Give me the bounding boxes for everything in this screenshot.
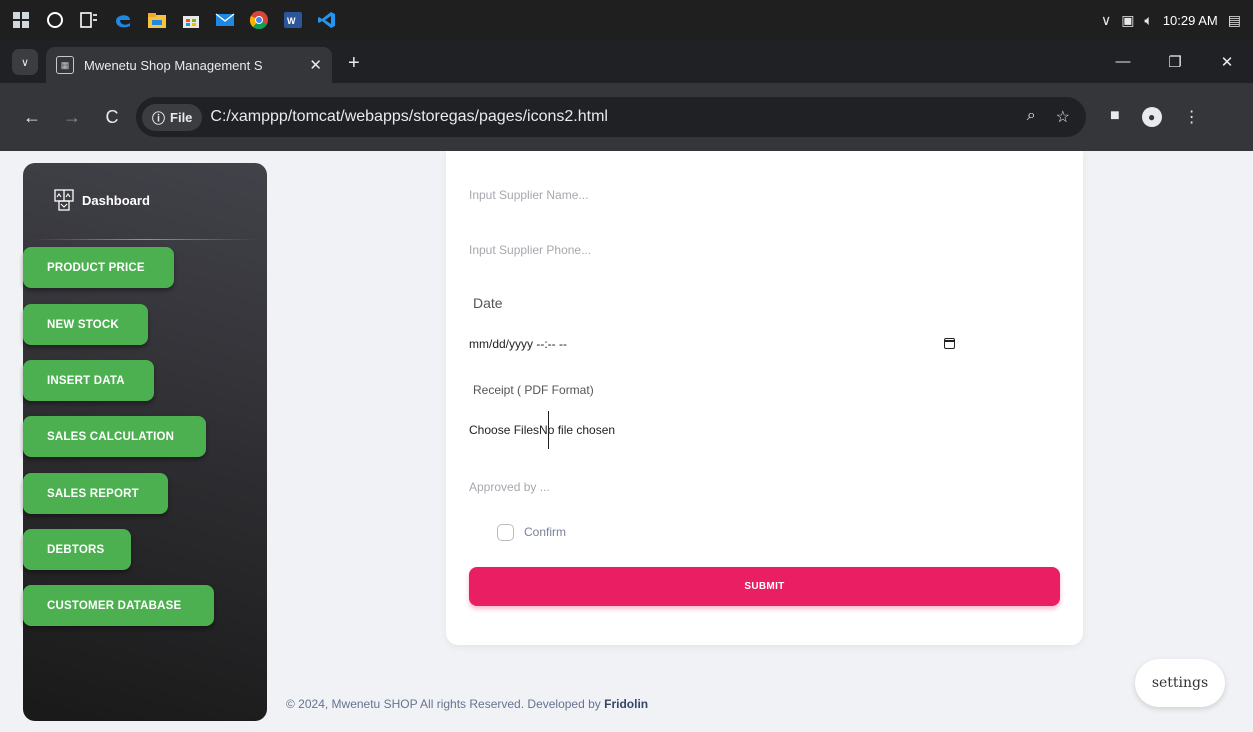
new-tab-button[interactable]: + xyxy=(348,52,360,75)
browser-tab-bar: ∨ ▦ Mwenetu Shop Management S ✕ + — ❐ ✕ xyxy=(0,40,1253,83)
menu-icon[interactable]: ⋮ xyxy=(1184,107,1200,127)
windows-icon[interactable] xyxy=(4,0,38,40)
reload-button[interactable]: C xyxy=(92,107,132,128)
sidebar-brand[interactable]: Dashboard xyxy=(54,189,150,211)
page-favicon: ▦ xyxy=(56,56,74,74)
cortana-icon[interactable] xyxy=(38,0,72,40)
date-input[interactable]: mm/dd/yyyy --:-- -- xyxy=(469,337,567,351)
store-icon[interactable] xyxy=(174,0,208,40)
date-label: Date xyxy=(473,295,503,311)
clock[interactable]: 10:29 AM xyxy=(1163,13,1218,28)
sidebar-item-product-price[interactable]: PRODUCT PRICE xyxy=(23,247,174,288)
task-view-icon[interactable] xyxy=(72,0,106,40)
window-close-icon[interactable]: ✕ xyxy=(1201,53,1253,71)
chrome-icon[interactable] xyxy=(242,0,276,40)
sidebar: Dashboard PRODUCT PRICE NEW STOCK INSERT… xyxy=(23,163,267,721)
word-icon[interactable]: W xyxy=(276,0,310,40)
sidebar-item-insert-data[interactable]: INSERT DATA xyxy=(23,360,154,401)
footer-text: © 2024, Mwenetu SHOP All rights Reserved… xyxy=(286,697,605,711)
settings-button[interactable]: settings xyxy=(1135,659,1225,707)
star-icon[interactable]: ☆ xyxy=(1056,107,1070,127)
sidebar-item-sales-report[interactable]: SALES REPORT xyxy=(23,473,168,514)
sidebar-item-customer-database[interactable]: CUSTOMER DATABASE xyxy=(23,585,214,626)
page-content: Dashboard PRODUCT PRICE NEW STOCK INSERT… xyxy=(0,151,1253,732)
zoom-icon[interactable]: ⌕ xyxy=(1027,107,1036,127)
confirm-label: Confirm xyxy=(524,525,567,539)
chevron-up-icon[interactable]: ∨ xyxy=(1101,12,1111,29)
confirm-checkbox[interactable] xyxy=(497,524,514,541)
browser-tab[interactable]: ▦ Mwenetu Shop Management S ✕ xyxy=(46,47,332,83)
supplier-phone-input[interactable]: Input Supplier Phone... xyxy=(469,243,591,257)
edge-icon[interactable] xyxy=(106,0,140,40)
footer-author-link[interactable]: Fridolin xyxy=(604,697,648,711)
chip-label: File xyxy=(170,109,193,125)
sidebar-item-new-stock[interactable]: NEW STOCK xyxy=(23,304,148,345)
mail-icon[interactable] xyxy=(208,0,242,40)
svg-text:W: W xyxy=(287,16,296,26)
url-text[interactable]: C:/xamppp/tomcat/webapps/storegas/pages/… xyxy=(210,108,1026,126)
text-cursor xyxy=(548,411,549,449)
address-toolbar: ← → C ⓘ File C:/xamppp/tomcat/webapps/st… xyxy=(0,83,1253,151)
supplier-form-card: Input Supplier Name... Input Supplier Ph… xyxy=(446,151,1083,645)
receipt-file-input[interactable]: Choose FilesNo file chosen xyxy=(469,423,615,437)
supplier-name-input[interactable]: Input Supplier Name... xyxy=(469,188,588,202)
restore-icon[interactable]: ❐ xyxy=(1149,53,1201,71)
network-icon[interactable]: ▣ xyxy=(1121,12,1134,29)
tab-search-icon[interactable]: ∨ xyxy=(12,49,38,75)
vscode-icon[interactable] xyxy=(310,0,344,40)
side-panel-icon[interactable]: ■ xyxy=(1110,107,1120,127)
site-info-chip[interactable]: ⓘ File xyxy=(142,103,203,131)
sidebar-item-debtors[interactable]: DEBTORS xyxy=(23,529,131,570)
omnibox[interactable]: ⓘ File C:/xamppp/tomcat/webapps/storegas… xyxy=(136,97,1086,137)
windows-taskbar: W ∨ ▣ 🔈︎ 10:29 AM ▤ xyxy=(0,0,1253,40)
footer: © 2024, Mwenetu SHOP All rights Reserved… xyxy=(286,697,648,711)
back-button[interactable]: ← xyxy=(12,107,52,128)
submit-button[interactable]: SUBMIT xyxy=(469,567,1060,606)
profile-icon[interactable]: ● xyxy=(1141,107,1162,127)
file-explorer-icon[interactable] xyxy=(140,0,174,40)
brand-label: Dashboard xyxy=(82,192,150,208)
sidebar-divider xyxy=(33,239,257,240)
tab-title: Mwenetu Shop Management S xyxy=(84,57,263,73)
info-icon: ⓘ xyxy=(152,110,166,126)
sidebar-item-sales-calculation[interactable]: SALES CALCULATION xyxy=(23,416,206,457)
receipt-label: Receipt ( PDF Format) xyxy=(473,383,594,397)
minimize-icon[interactable]: — xyxy=(1097,53,1149,70)
volume-icon[interactable]: 🔈︎ xyxy=(1144,12,1152,29)
approved-by-input[interactable]: Approved by ... xyxy=(469,480,550,494)
dashboard-icon xyxy=(54,189,74,211)
close-icon[interactable]: ✕ xyxy=(309,56,322,74)
forward-button[interactable]: → xyxy=(52,107,92,128)
calendar-icon[interactable] xyxy=(944,338,955,349)
notification-icon[interactable]: ▤ xyxy=(1228,12,1241,29)
